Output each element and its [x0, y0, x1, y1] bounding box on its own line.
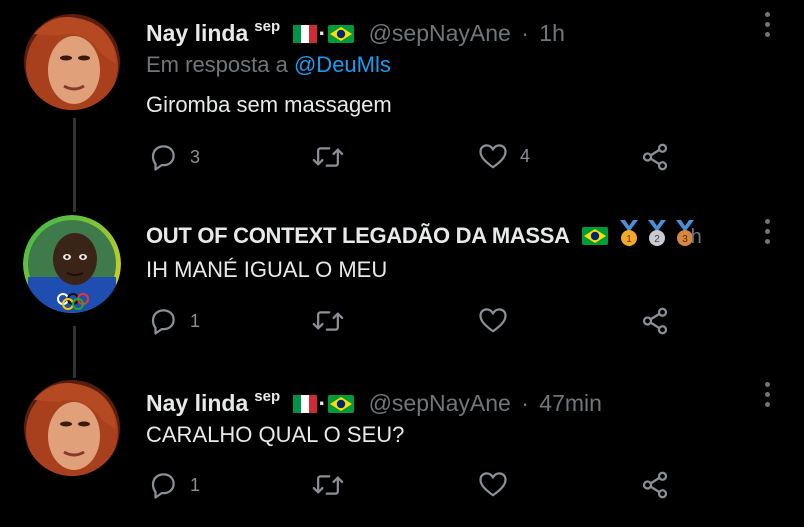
brazil-flag-icon: [328, 21, 355, 49]
share-button[interactable]: [640, 470, 670, 500]
like-icon: [479, 472, 507, 497]
share-button[interactable]: [640, 306, 670, 336]
retweet-button[interactable]: [312, 142, 356, 172]
share-icon: [642, 471, 668, 499]
silver-medal-icon: 2: [645, 220, 669, 254]
svg-text:3: 3: [682, 234, 688, 245]
reply-icon: [151, 473, 175, 499]
avatar-out-of-context[interactable]: [23, 215, 121, 313]
retweet-button[interactable]: [312, 306, 356, 336]
timestamp[interactable]: 47min: [539, 390, 602, 416]
timestamp-fragment[interactable]: h: [691, 226, 702, 248]
tweet-actions: 3 4: [148, 142, 678, 174]
like-button[interactable]: [478, 470, 520, 498]
tweet-header: OUT OF CONTEXT LEGADÃO DA MASSA 1 2 3 h: [146, 220, 702, 254]
name-superscript: sep: [254, 18, 281, 35]
like-button[interactable]: 4: [478, 142, 530, 170]
gold-medal-icon: 1: [617, 220, 641, 254]
timestamp[interactable]: 1h: [539, 20, 565, 46]
italy-flag-icon: [292, 21, 317, 49]
tweet-header: Nay linda sep · @sepNayAne · 47min: [146, 383, 602, 419]
retweet-icon: [312, 147, 344, 167]
tweet-2[interactable]: OUT OF CONTEXT LEGADÃO DA MASSA 1 2 3 h …: [0, 195, 804, 360]
reply-icon: [151, 309, 175, 335]
retweet-icon: [312, 311, 344, 331]
tweet-text: Giromba sem massagem: [146, 92, 392, 117]
time-separator: ·: [521, 20, 529, 46]
tweet-text: IH MANÉ IGUAL O MEU: [146, 257, 388, 282]
tweet-actions: 1: [148, 306, 678, 338]
avatar-nay-linda[interactable]: [24, 380, 120, 476]
tweet-text: CARALHO QUAL O SEU?: [146, 422, 405, 447]
display-name[interactable]: Nay linda: [146, 390, 248, 416]
share-icon: [642, 307, 668, 335]
handle[interactable]: @sepNayAne: [369, 20, 511, 46]
svg-text:1: 1: [626, 234, 632, 245]
display-name[interactable]: Nay linda: [146, 20, 248, 46]
more-options-icon[interactable]: [760, 382, 774, 410]
brazil-flag-icon: [328, 391, 355, 419]
name-superscript: sep: [254, 388, 281, 405]
flag-separator: ·: [318, 20, 327, 46]
tweet-header: Nay linda sep · @sepNayAne · 1h: [146, 13, 565, 49]
like-icon: [479, 144, 507, 169]
avatar-nay-linda[interactable]: [24, 14, 120, 110]
share-icon: [642, 143, 668, 171]
brazil-flag-icon: [582, 223, 609, 251]
reply-icon: [151, 145, 175, 171]
tweet-actions: 1: [148, 470, 678, 502]
reply-context: Em resposta a @DeuMls: [146, 52, 391, 78]
reply-count: 1: [190, 310, 201, 331]
more-options-icon[interactable]: [760, 12, 774, 40]
reply-mention-link[interactable]: @DeuMls: [294, 52, 391, 77]
reply-count: 3: [190, 146, 201, 167]
display-name[interactable]: OUT OF CONTEXT LEGADÃO DA MASSA: [146, 223, 570, 248]
reply-count: 1: [190, 474, 201, 495]
flag-separator: ·: [318, 390, 327, 416]
time-separator: ·: [521, 390, 529, 416]
tweet-3[interactable]: Nay linda sep · @sepNayAne · 47min CARALH…: [0, 360, 804, 527]
tweet-1[interactable]: Nay linda sep · @sepNayAne · 1h Em respos…: [0, 0, 804, 195]
share-button[interactable]: [640, 142, 670, 172]
reply-button[interactable]: 1: [148, 306, 200, 336]
handle[interactable]: @sepNayAne: [369, 390, 511, 416]
retweet-button[interactable]: [312, 470, 356, 500]
reply-button[interactable]: 1: [148, 470, 200, 500]
like-count: 4: [520, 145, 531, 166]
like-icon: [479, 308, 507, 333]
retweet-icon: [312, 475, 344, 495]
reply-prefix: Em resposta a: [146, 52, 288, 77]
more-options-icon[interactable]: [760, 219, 774, 247]
italy-flag-icon: [292, 391, 317, 419]
svg-text:2: 2: [654, 234, 660, 245]
like-button[interactable]: [478, 306, 520, 334]
reply-button[interactable]: 3: [148, 142, 200, 172]
